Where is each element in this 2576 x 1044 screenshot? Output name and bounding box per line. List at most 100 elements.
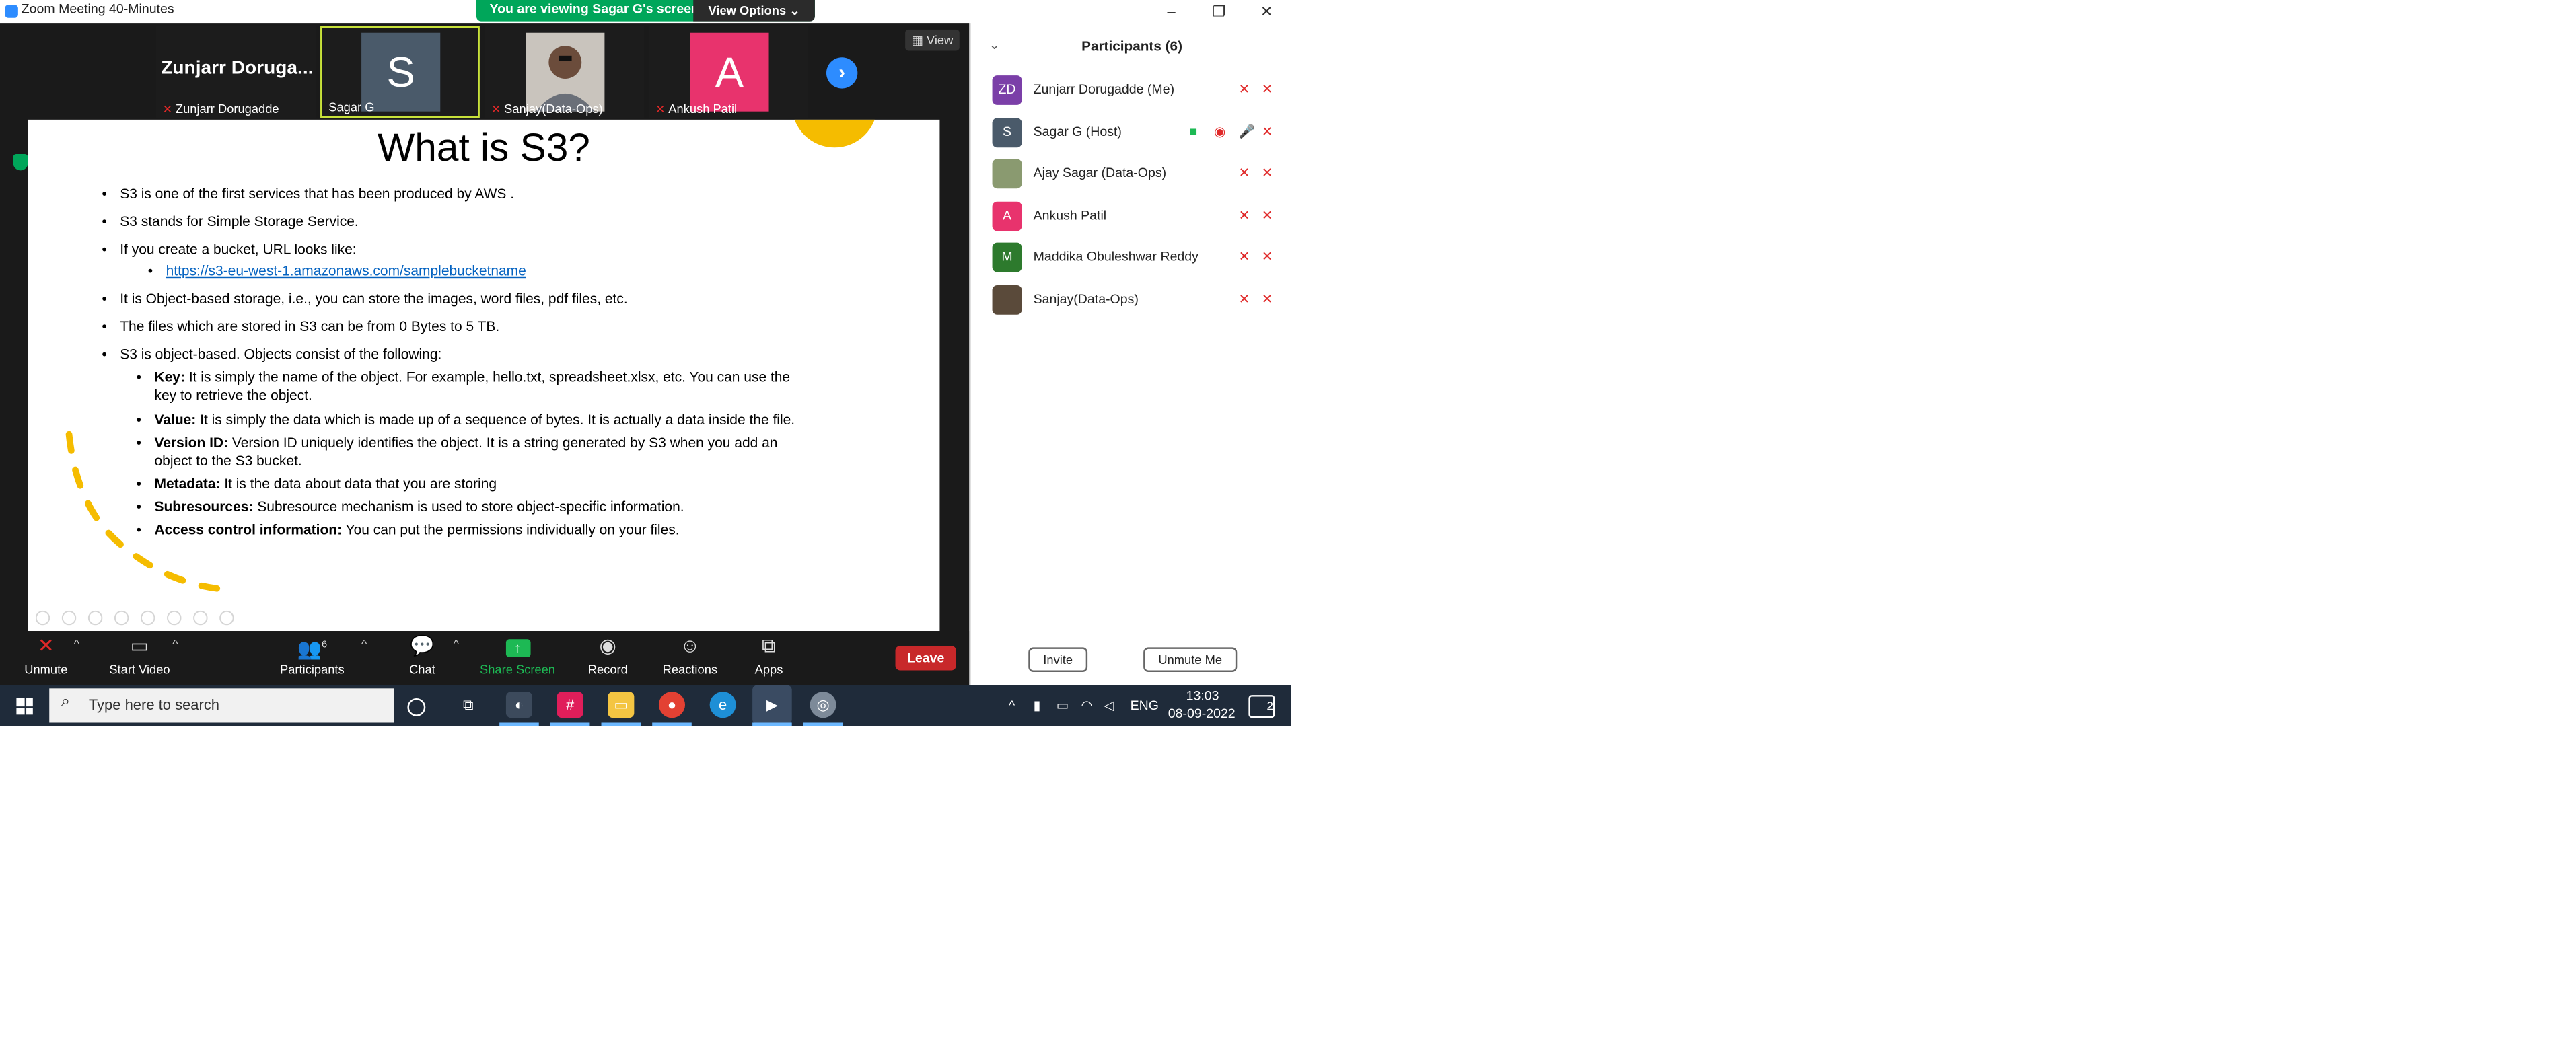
active-indicator — [652, 722, 692, 726]
video-tile-sagar[interactable]: S Sagar G — [320, 26, 480, 118]
reactions-button[interactable]: ☺ Reactions — [659, 634, 721, 677]
clock-date[interactable]: 08-09-2022 — [1168, 706, 1236, 721]
active-indicator — [550, 722, 590, 726]
participant-row[interactable]: Ajay Sagar (Data-Ops) ✕ ✕ — [992, 159, 1288, 192]
chat-button[interactable]: 💬 Chat — [398, 634, 447, 677]
video-tile-sanjay[interactable]: ✕ Sanjay(Data-Ops) — [485, 26, 644, 118]
share-screen-label: Share Screen — [480, 662, 556, 677]
participant-name: Ajay Sagar (Data-Ops) — [1033, 165, 1167, 181]
clock-time[interactable]: 13:03 — [1186, 688, 1219, 703]
video-off-icon: ✕ — [1261, 208, 1273, 223]
mic-muted-icon: ✕ — [1238, 249, 1250, 264]
record-label: Record — [587, 662, 628, 677]
chat-bubble-icon: 💬 — [410, 634, 435, 658]
slack-icon[interactable]: # — [557, 692, 583, 718]
chrome-icon[interactable]: ● — [658, 692, 686, 718]
video-off-icon: ✕ — [1261, 124, 1273, 140]
participant-name: Ankush Patil — [1033, 208, 1107, 223]
tile-name-label: ✕ Ankush Patil — [655, 102, 737, 116]
avatar — [992, 285, 1022, 315]
participant-row[interactable]: A Ankush Patil ✕ ✕ — [992, 201, 1288, 235]
shared-screen-slide: What is S3? • S3 is one of the first serv… — [28, 119, 940, 632]
participant-row[interactable]: M Maddika Obuleshwar Reddy ✕ ✕ — [992, 242, 1288, 276]
app-icon-2[interactable]: ◎ — [810, 692, 836, 718]
tray-chevron-icon[interactable]: ^ — [1009, 698, 1015, 713]
unmute-me-button[interactable]: Unmute Me — [1143, 647, 1238, 672]
active-indicator — [499, 722, 539, 726]
mic-tray-icon[interactable]: ▮ — [1034, 698, 1041, 713]
avatar: A — [690, 32, 769, 112]
mic-muted-icon: ✕ — [655, 104, 666, 116]
mic-muted-icon: ✕ — [1238, 165, 1250, 181]
mic-muted-icon: ✕ — [1238, 81, 1250, 97]
task-view-icon[interactable]: ⧉ — [455, 692, 481, 718]
search-placeholder: Type here to search — [88, 696, 220, 713]
reactions-label: Reactions — [662, 662, 718, 677]
invite-button[interactable]: Invite — [1028, 647, 1088, 672]
avatar: S — [992, 118, 1022, 148]
window-title: Zoom Meeting 40-Minutes — [21, 1, 174, 17]
audio-options-caret-icon[interactable]: ^ — [74, 639, 79, 650]
video-options-caret-icon[interactable]: ^ — [172, 639, 178, 650]
active-indicator — [752, 722, 792, 726]
mic-muted-icon: ✕ — [1238, 208, 1250, 223]
start-video-button[interactable]: ▭ Start Video — [102, 634, 177, 677]
security-shield-icon[interactable] — [13, 154, 28, 171]
zoom-taskbar-icon[interactable]: ▶ — [752, 685, 792, 724]
close-button[interactable]: ✕ — [1242, 0, 1291, 23]
participant-row[interactable]: ZD Zunjarr Dorugadde (Me) ✕ ✕ — [992, 75, 1288, 108]
people-icon: 👥6 — [297, 637, 328, 661]
cortana-icon[interactable] — [407, 698, 426, 716]
avatar: A — [992, 201, 1022, 231]
participant-row[interactable]: S Sagar G (Host) ■ ◉ 🎤 ✕ — [992, 118, 1288, 151]
file-explorer-icon[interactable]: ▭ — [608, 692, 635, 718]
participant-name: Sagar G (Host) — [1033, 124, 1122, 140]
apps-button[interactable]: ⧉ Apps — [748, 634, 790, 677]
mic-muted-icon: ✕ — [491, 104, 501, 116]
recording-icon: ◉ — [1214, 124, 1226, 140]
search-icon: ⌕ — [61, 693, 71, 712]
view-label: View — [926, 32, 954, 48]
windows-start-icon[interactable] — [16, 698, 33, 715]
wifi-icon[interactable]: ◠ — [1081, 698, 1092, 713]
avatar: ZD — [992, 75, 1022, 105]
apps-label: Apps — [754, 662, 783, 677]
notification-icon[interactable]: 2 — [1248, 695, 1275, 718]
view-button[interactable]: ▦ View — [905, 29, 960, 51]
participants-button[interactable]: 👥6 Participants — [275, 634, 350, 677]
avatar: M — [992, 242, 1022, 272]
video-tile-ankush[interactable]: A ✕ Ankush Patil — [649, 26, 809, 118]
view-options-button[interactable]: View Options ⌄ — [693, 0, 815, 22]
taskbar-search-input[interactable]: ⌕ Type here to search — [49, 688, 394, 723]
language-indicator[interactable]: ENG — [1131, 698, 1159, 713]
participant-row[interactable]: Sanjay(Data-Ops) ✕ ✕ — [992, 285, 1288, 318]
volume-icon[interactable]: ◁ — [1104, 698, 1114, 713]
restore-button[interactable]: ❐ — [1194, 0, 1244, 23]
edge-icon[interactable]: e — [709, 692, 736, 718]
tile-name-label: ✕ Sanjay(Data-Ops) — [491, 102, 603, 116]
screen-share-icon: ■ — [1189, 124, 1198, 140]
app-icon-1[interactable]: ◐ — [505, 692, 532, 718]
mic-icon: 🎤 — [1238, 124, 1256, 140]
meeting-toolbar: ✕ Unmute ^ ▭ Start Video ^ 👥6 Participan… — [0, 631, 970, 685]
video-off-icon: ▭ — [130, 634, 149, 658]
participants-caret-icon[interactable]: ^ — [361, 639, 367, 650]
battery-icon[interactable]: ▭ — [1057, 698, 1069, 713]
unmute-label: Unmute — [24, 662, 68, 677]
start-video-label: Start Video — [109, 662, 170, 677]
leave-button[interactable]: Leave — [895, 645, 956, 671]
next-page-arrow-icon[interactable]: › — [826, 57, 858, 89]
windows-taskbar: ⌕ Type here to search ⧉ ◐ # ▭ ● e ▶ ◎ ^ … — [0, 685, 1291, 726]
annotation-toolbar[interactable] — [36, 609, 258, 626]
tile-name-text: Sanjay(Data-Ops) — [504, 102, 603, 116]
share-screen-button[interactable]: ↑ Share Screen — [476, 634, 559, 677]
notification-count: 2 — [1266, 701, 1274, 713]
chat-caret-icon[interactable]: ^ — [454, 639, 459, 650]
video-tile-zunjarr[interactable]: Zunjarr Doruga... ✕ Zunjarr Dorugadde — [155, 26, 316, 118]
participant-name: Maddika Obuleshwar Reddy — [1033, 249, 1198, 264]
meeting-area: Zunjarr Doruga... ✕ Zunjarr Dorugadde S S… — [0, 23, 970, 685]
minimize-button[interactable]: – — [1147, 0, 1196, 23]
avatar — [992, 159, 1022, 189]
record-button[interactable]: ◉ Record — [583, 634, 633, 677]
unmute-button[interactable]: ✕ Unmute — [16, 634, 75, 677]
